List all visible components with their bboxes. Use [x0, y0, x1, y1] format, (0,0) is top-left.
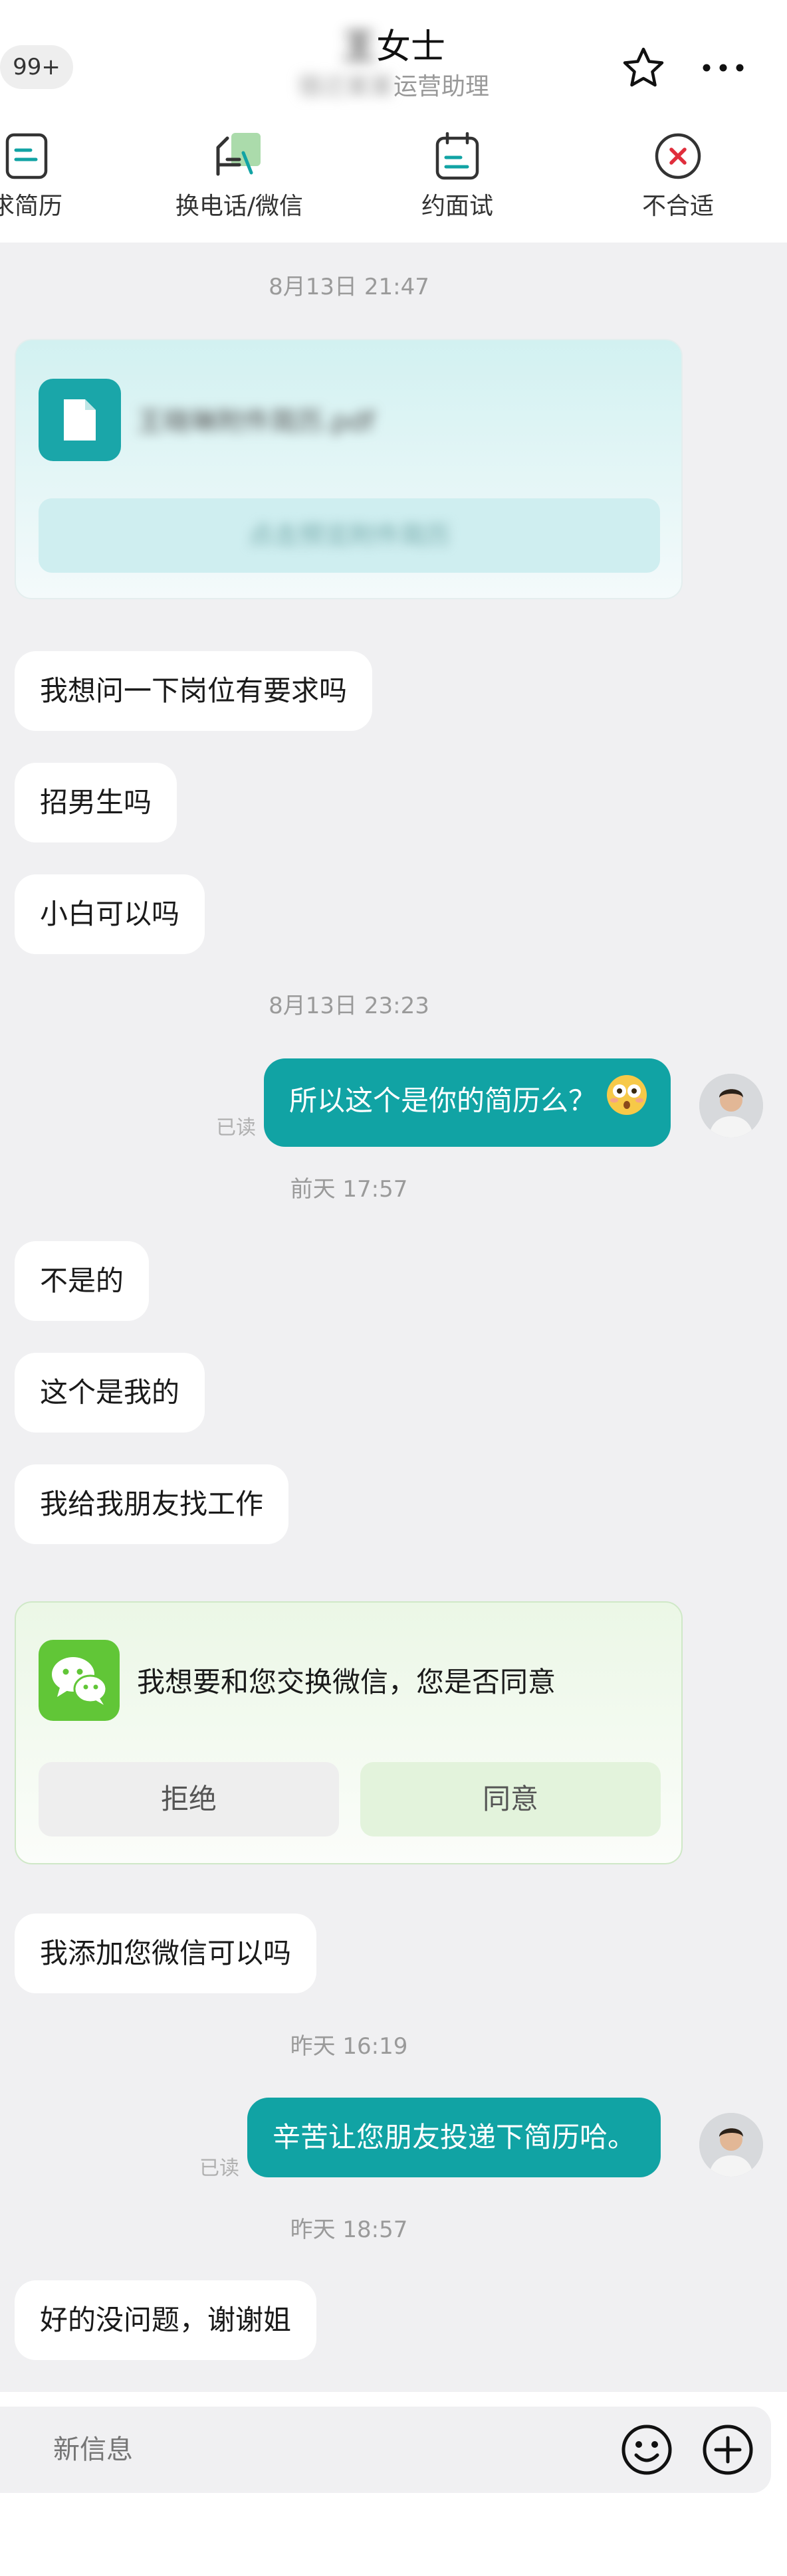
timestamp: 8月13日 23:23	[269, 993, 429, 1019]
preview-resume-button[interactable]: 点击预览附件简历	[39, 498, 660, 573]
action-label: 换电话/微信	[175, 193, 304, 220]
wechat-request-text: 我想要和您交换微信，您是否同意	[137, 1666, 556, 1698]
timestamp: 昨天 18:57	[290, 2217, 408, 2243]
action-schedule-interview[interactable]: 约面试	[378, 126, 537, 223]
star-icon[interactable]	[617, 41, 670, 94]
contact-role: 运营助理	[394, 73, 490, 100]
reject-icon	[598, 126, 758, 186]
more-icon[interactable]	[697, 41, 750, 94]
chat-header: 99+ 王女士 宿迁某某运营助理 求简历 换电话/微信 约面试 不合适	[0, 0, 787, 243]
my-avatar[interactable]	[699, 2113, 763, 2177]
quick-actions: 求简历 换电话/微信 约面试 不合适	[0, 126, 787, 226]
message-outgoing[interactable]: 辛苦让您朋友投递下简历哈。	[247, 2098, 661, 2177]
action-exchange-contact[interactable]: 换电话/微信	[160, 126, 319, 223]
calendar-icon	[378, 126, 537, 186]
contact-surname: 王	[341, 27, 376, 67]
action-label: 求简历	[0, 193, 62, 220]
action-not-suitable[interactable]: 不合适	[598, 126, 758, 223]
exchange-icon	[160, 126, 319, 186]
message-text: 所以这个是你的简历么？	[289, 1084, 597, 1117]
message-input[interactable]	[53, 2430, 585, 2469]
file-icon	[39, 379, 121, 461]
wechat-icon	[39, 1640, 120, 1721]
agree-button[interactable]: 同意	[360, 1762, 661, 1836]
input-bar	[0, 2392, 787, 2576]
attachment-filename: 王晓琳附件简历.pdf	[137, 407, 375, 437]
timestamp: 昨天 16:19	[290, 2033, 408, 2060]
my-avatar[interactable]	[699, 1074, 763, 1138]
message-incoming[interactable]: 小白可以吗	[15, 874, 205, 954]
contact-suffix: 女士	[376, 27, 446, 67]
preview-resume-label: 点击预览附件简历	[248, 521, 451, 550]
reject-button[interactable]: 拒绝	[39, 1762, 339, 1836]
message-incoming[interactable]: 招男生吗	[15, 763, 177, 842]
message-incoming[interactable]: 不是的	[15, 1241, 150, 1321]
action-request-resume[interactable]: 求简历	[0, 126, 106, 223]
message-incoming[interactable]: 我想问一下岗位有要求吗	[15, 651, 373, 731]
action-label: 约面试	[421, 193, 493, 220]
emoji-icon[interactable]	[617, 2420, 677, 2480]
plus-icon[interactable]	[698, 2420, 758, 2480]
contact-company: 宿迁某某	[297, 73, 394, 100]
message-incoming[interactable]: 我添加您微信可以吗	[15, 1914, 317, 1993]
read-receipt: 已读	[199, 2157, 239, 2180]
timestamp: 前天 17:57	[290, 1176, 408, 1203]
message-incoming[interactable]: 这个是我的	[15, 1353, 205, 1433]
flushed-emoji-icon	[606, 1074, 648, 1126]
chat-screen: 99+ 王女士 宿迁某某运营助理 求简历 换电话/微信 约面试 不合适 8月13…	[0, 0, 787, 2576]
action-label: 不合适	[641, 193, 714, 220]
timestamp: 8月13日 21:47	[269, 274, 429, 300]
wechat-exchange-card: 我想要和您交换微信，您是否同意 拒绝 同意	[15, 1601, 683, 1864]
attachment-resume-card[interactable]: 王晓琳附件简历.pdf 点击预览附件简历	[15, 339, 683, 599]
message-outgoing[interactable]: 所以这个是你的简历么？	[264, 1058, 671, 1147]
read-receipt: 已读	[216, 1116, 256, 1139]
message-incoming[interactable]: 好的没问题，谢谢姐	[15, 2280, 317, 2360]
message-incoming[interactable]: 我给我朋友找工作	[15, 1464, 289, 1544]
resume-icon	[0, 126, 106, 186]
